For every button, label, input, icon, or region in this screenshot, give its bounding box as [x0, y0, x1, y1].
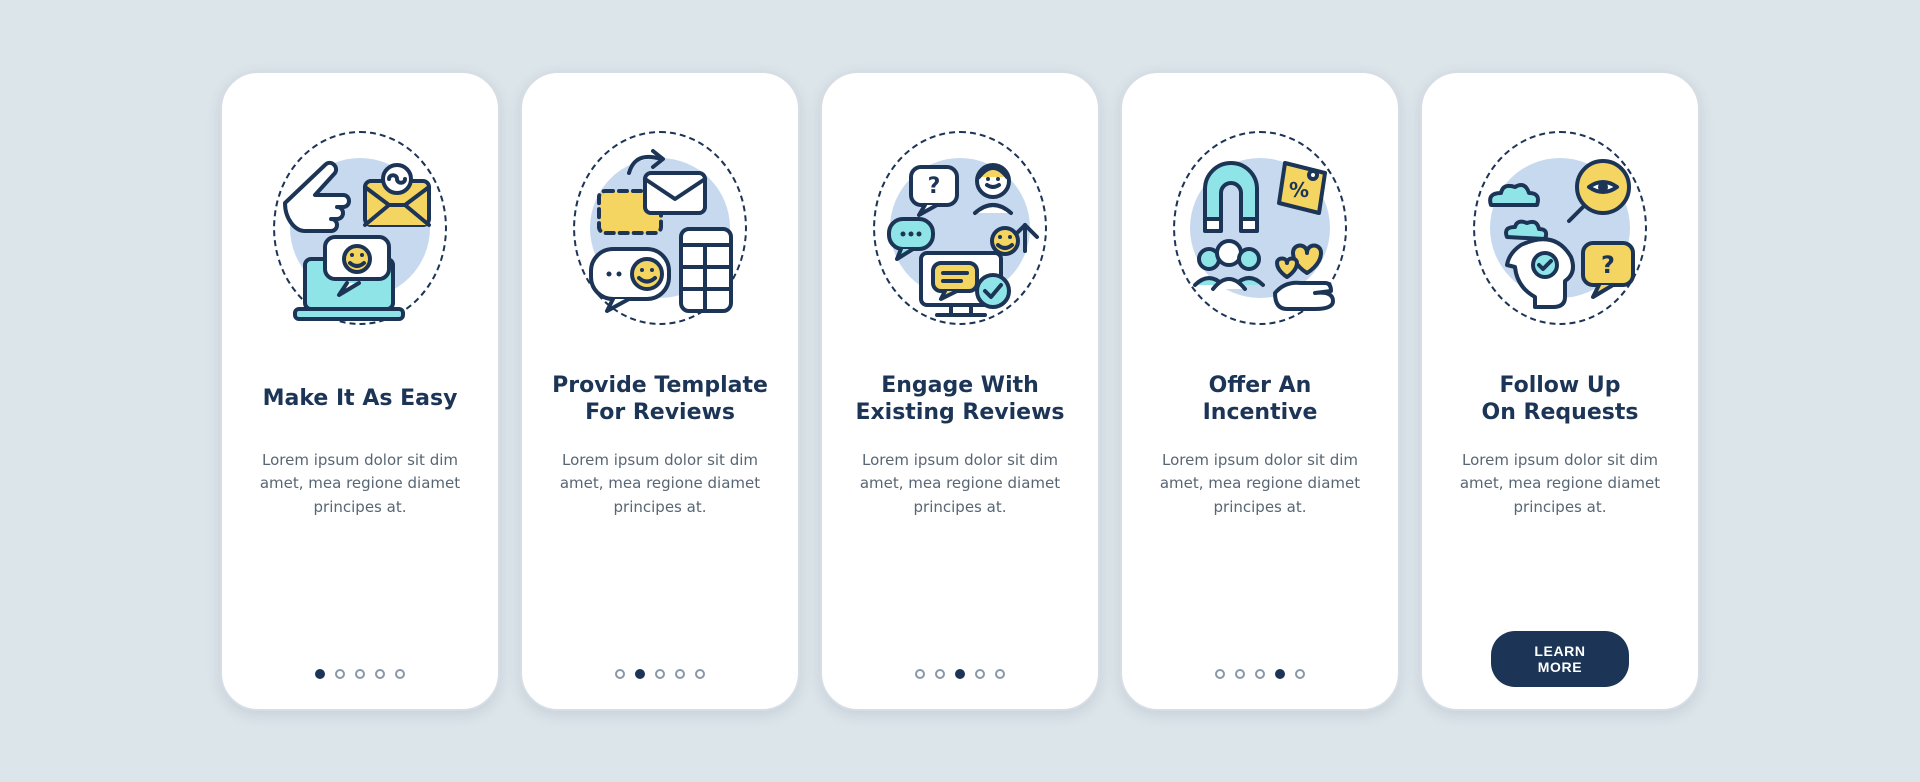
slide-title: Provide Template For Reviews — [548, 371, 772, 427]
dot-1[interactable] — [615, 669, 625, 679]
pagination-dots — [822, 669, 1098, 679]
slide-engage-reviews: ? — [820, 71, 1100, 711]
dot-4[interactable] — [375, 669, 385, 679]
onboarding-row: Make It As Easy Lorem ipsum dolor sit di… — [40, 71, 1880, 711]
svg-text:?: ? — [1601, 251, 1615, 279]
easy-icon — [255, 113, 465, 343]
slide-provide-template: Provide Template For Reviews Lorem ipsum… — [520, 71, 800, 711]
slide-title: Offer An Incentive — [1148, 371, 1372, 427]
dot-3[interactable] — [355, 669, 365, 679]
dot-3[interactable] — [1255, 669, 1265, 679]
slide-make-it-easy: Make It As Easy Lorem ipsum dolor sit di… — [220, 71, 500, 711]
slide-body: Lorem ipsum dolor sit dim amet, mea regi… — [1448, 449, 1672, 519]
learn-more-button[interactable]: LEARN MORE — [1491, 631, 1629, 687]
slide-title: Engage With Existing Reviews — [851, 371, 1068, 427]
slide-title: Make It As Easy — [259, 371, 462, 427]
pagination-dots — [222, 669, 498, 679]
dot-2[interactable] — [1235, 669, 1245, 679]
template-icon — [555, 113, 765, 343]
engage-icon: ? — [855, 113, 1065, 343]
dot-2[interactable] — [635, 669, 645, 679]
dot-3[interactable] — [955, 669, 965, 679]
slide-follow-up: ? Follow Up On Requests Lorem ipsum dolo… — [1420, 71, 1700, 711]
dot-5[interactable] — [695, 669, 705, 679]
slide-offer-incentive: % Offer An Incentive Lorem ipsum dolor s… — [1120, 71, 1400, 711]
slide-title: Follow Up On Requests — [1478, 371, 1643, 427]
dot-5[interactable] — [995, 669, 1005, 679]
dot-1[interactable] — [315, 669, 325, 679]
slide-body: Lorem ipsum dolor sit dim amet, mea regi… — [248, 449, 472, 519]
dot-5[interactable] — [1295, 669, 1305, 679]
dot-2[interactable] — [935, 669, 945, 679]
slide-body: Lorem ipsum dolor sit dim amet, mea regi… — [548, 449, 772, 519]
followup-icon: ? — [1455, 113, 1665, 343]
dot-3[interactable] — [655, 669, 665, 679]
incentive-icon: % — [1155, 113, 1365, 343]
dot-4[interactable] — [1275, 669, 1285, 679]
dot-1[interactable] — [915, 669, 925, 679]
svg-text:?: ? — [928, 174, 941, 199]
dot-4[interactable] — [975, 669, 985, 679]
pagination-dots — [522, 669, 798, 679]
dot-1[interactable] — [1215, 669, 1225, 679]
slide-body: Lorem ipsum dolor sit dim amet, mea regi… — [1148, 449, 1372, 519]
svg-text:%: % — [1289, 178, 1309, 202]
dot-2[interactable] — [335, 669, 345, 679]
dot-4[interactable] — [675, 669, 685, 679]
slide-body: Lorem ipsum dolor sit dim amet, mea regi… — [848, 449, 1072, 519]
pagination-dots — [1122, 669, 1398, 679]
dot-5[interactable] — [395, 669, 405, 679]
